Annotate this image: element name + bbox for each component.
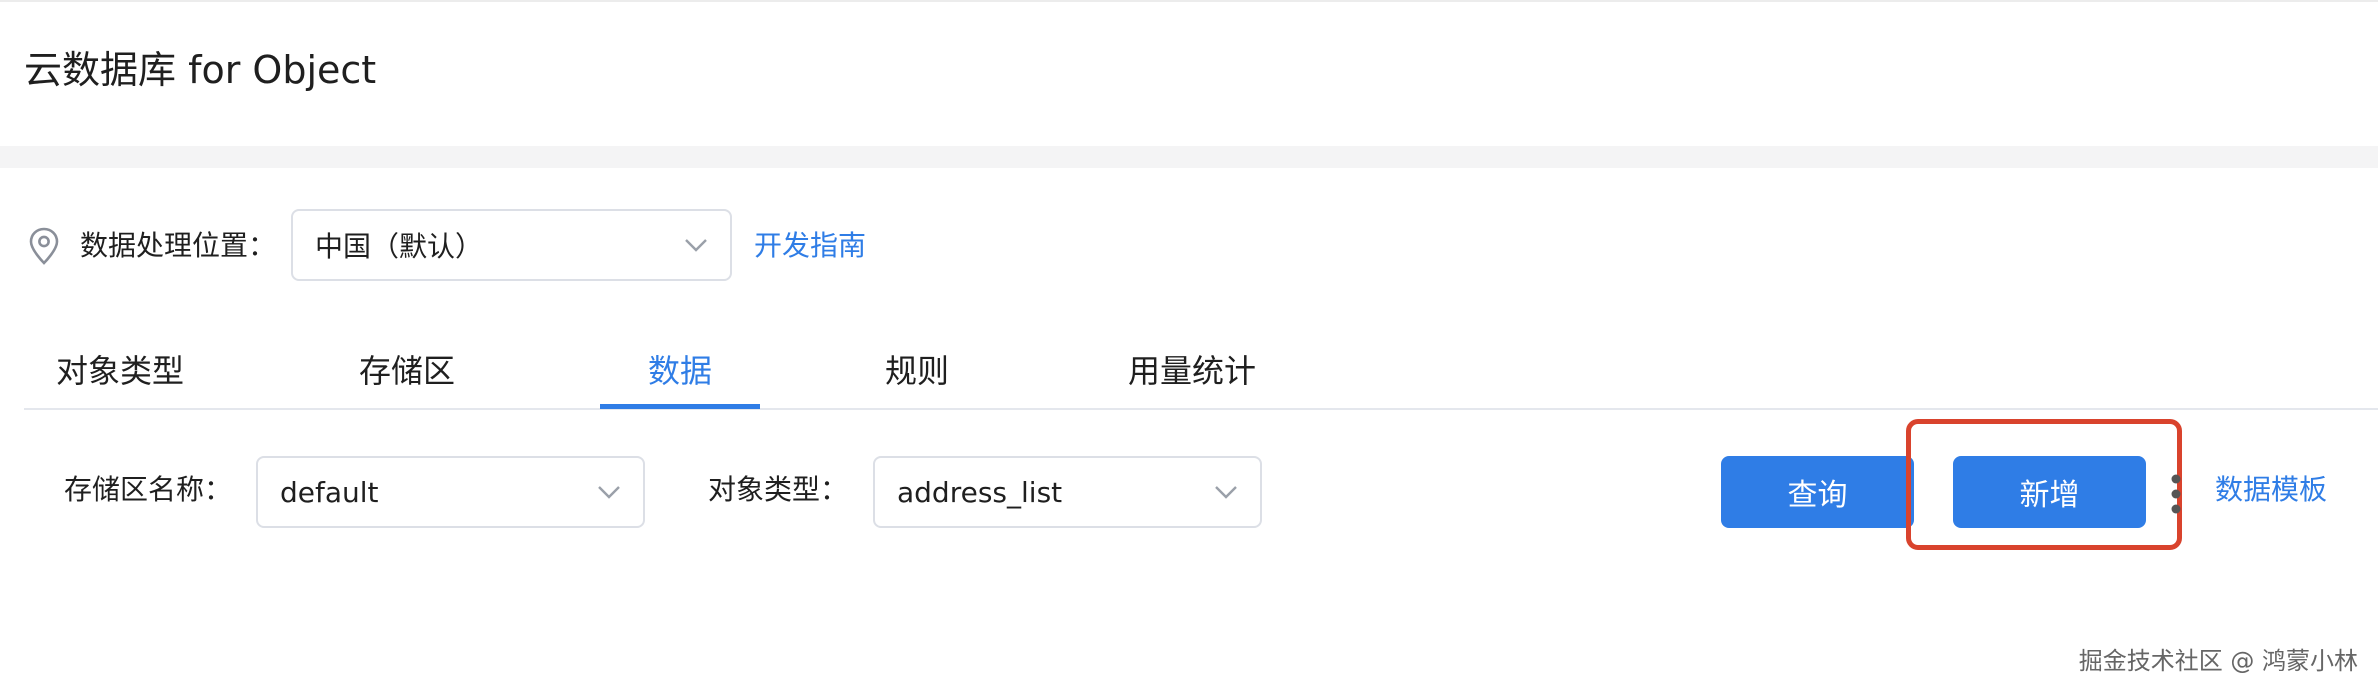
page-title: 云数据库 for Object: [24, 48, 377, 92]
tab-object-types[interactable]: 对象类型: [54, 330, 186, 408]
chevron-down-icon: [598, 486, 620, 499]
location-select[interactable]: 中国（默认）: [291, 209, 732, 281]
object-type-select[interactable]: address_list: [873, 456, 1262, 528]
map-pin-icon: [29, 227, 59, 265]
section-separator: [0, 146, 2378, 168]
top-divider: [0, 0, 2378, 2]
highlight-annotation: [1906, 419, 2182, 550]
dev-guide-link[interactable]: 开发指南: [754, 226, 866, 266]
query-button[interactable]: 查询: [1721, 456, 1914, 528]
tab-data[interactable]: 数据: [600, 330, 760, 408]
tab-storage-zone[interactable]: 存储区: [356, 330, 458, 408]
more-vertical-icon[interactable]: [2170, 474, 2182, 514]
bucket-select-value: default: [280, 475, 379, 509]
bucket-label: 存储区名称：: [64, 473, 233, 506]
location-select-value: 中国（默认）: [315, 230, 484, 263]
active-tab-indicator: [600, 404, 760, 409]
data-template-link[interactable]: 数据模板: [2215, 470, 2327, 510]
watermark: 掘金技术社区 @ 鸿蒙小林: [2078, 647, 2358, 675]
location-label: 数据处理位置：: [80, 229, 277, 262]
object-type-label: 对象类型：: [708, 473, 849, 506]
tab-usage-stats[interactable]: 用量统计: [1124, 330, 1260, 408]
chevron-down-icon: [685, 239, 707, 252]
tab-rules[interactable]: 规则: [882, 330, 952, 408]
chevron-down-icon: [1215, 486, 1237, 499]
object-type-select-value: address_list: [897, 475, 1063, 509]
tab-bar: 对象类型 存储区 数据 规则 用量统计: [24, 330, 2378, 410]
bucket-select[interactable]: default: [256, 456, 645, 528]
